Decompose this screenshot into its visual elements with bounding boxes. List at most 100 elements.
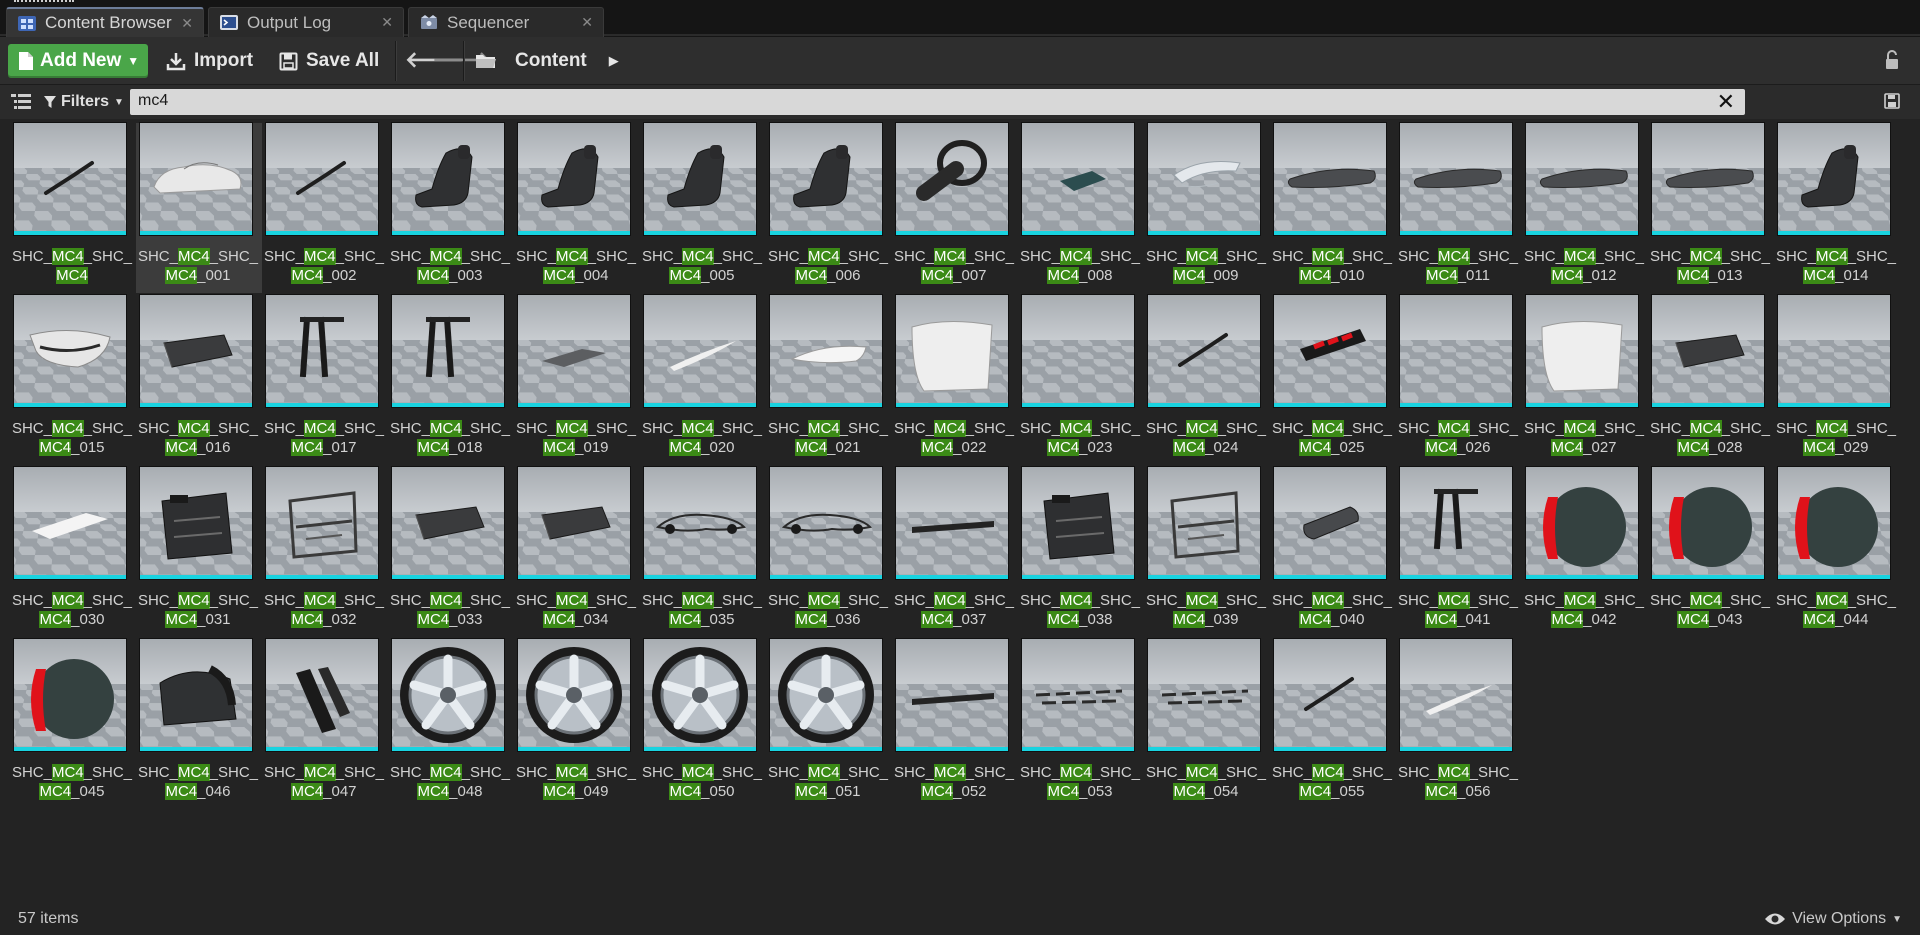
asset-tile[interactable]: SHC_MC4_SHC_ MC4_009 — [1144, 123, 1270, 293]
asset-tile[interactable]: SHC_MC4_SHC_ MC4_012 — [1522, 123, 1648, 293]
search-match: MC4 — [1437, 764, 1470, 781]
wheel-steer-icon — [916, 140, 987, 201]
asset-type-bar — [1274, 747, 1386, 751]
save-search-icon[interactable] — [1884, 93, 1900, 109]
seat-icon — [541, 145, 599, 208]
search-match: MC4 — [1437, 420, 1470, 437]
asset-tile[interactable]: SHC_MC4_SHC_ MC4_003 — [388, 123, 514, 293]
asset-tile[interactable]: SHC_MC4_SHC_ MC4_006 — [766, 123, 892, 293]
asset-grid: SHC_MC4_SHC_ MC4 SHC_MC4_SHC_ MC4_001 SHC_MC… — [0, 123, 1920, 903]
asset-tile[interactable]: SHC_MC4_SHC_ MC4_026 — [1396, 295, 1522, 465]
asset-tile[interactable]: SHC_MC4_SHC_ MC4_008 — [1018, 123, 1144, 293]
asset-tile[interactable]: SHC_MC4_SHC_ MC4_019 — [514, 295, 640, 465]
asset-tile[interactable]: SHC_MC4_SHC_ MC4_041 — [1396, 467, 1522, 637]
asset-tile[interactable]: SHC_MC4_SHC_ MC4_040 — [1270, 467, 1396, 637]
asset-tile[interactable]: SHC_MC4_SHC_ MC4_001 — [136, 123, 262, 293]
asset-tile[interactable]: SHC_MC4_SHC_ MC4_038 — [1018, 467, 1144, 637]
breadcrumb[interactable]: Content ▶ — [475, 44, 619, 78]
asset-tile[interactable]: SHC_MC4_SHC_ MC4_032 — [262, 467, 388, 637]
block-icon — [541, 506, 611, 540]
asset-tile[interactable]: SHC_MC4_SHC_ MC4_054 — [1144, 639, 1270, 809]
asset-tile[interactable]: SHC_MC4_SHC_ MC4_022 — [892, 295, 1018, 465]
blade-icon — [670, 341, 736, 371]
asset-tile[interactable]: SHC_MC4_SHC_ MC4_004 — [514, 123, 640, 293]
asset-tile[interactable]: SHC_MC4_SHC_ MC4_049 — [514, 639, 640, 809]
strips-icon — [296, 667, 350, 733]
chevron-right-icon[interactable]: ▶ — [609, 53, 619, 69]
asset-tile[interactable]: SHC_MC4_SHC_ MC4_045 — [10, 639, 136, 809]
asset-tile[interactable]: SHC_MC4_SHC_ MC4_020 — [640, 295, 766, 465]
tab-output-log[interactable]: Output Log ✕ — [208, 7, 404, 37]
asset-tile[interactable]: SHC_MC4_SHC_ MC4_016 — [136, 295, 262, 465]
asset-tile[interactable]: SHC_MC4_SHC_ MC4_047 — [262, 639, 388, 809]
search-match: MC4 — [1059, 592, 1092, 609]
add-new-button[interactable]: Add New ▼ — [8, 44, 148, 78]
asset-tile[interactable]: SHC_MC4_SHC_ MC4_027 — [1522, 295, 1648, 465]
view-options-button[interactable]: View Options ▼ — [1764, 910, 1902, 928]
import-button[interactable]: Import — [166, 44, 253, 78]
asset-tile[interactable]: SHC_MC4_SHC_ MC4_051 — [766, 639, 892, 809]
asset-type-bar — [392, 747, 504, 751]
asset-tile[interactable]: SHC_MC4_SHC_ MC4_031 — [136, 467, 262, 637]
asset-thumbnail — [518, 639, 630, 751]
asset-tile[interactable]: SHC_MC4_SHC_ MC4_046 — [136, 639, 262, 809]
asset-tile[interactable]: SHC_MC4_SHC_ MC4_048 — [388, 639, 514, 809]
asset-tile[interactable]: SHC_MC4_SHC_ MC4_036 — [766, 467, 892, 637]
asset-tile[interactable]: SHC_MC4_SHC_ MC4_056 — [1396, 639, 1522, 809]
search-match: MC4 — [303, 420, 336, 437]
close-icon[interactable]: ✕ — [581, 14, 593, 31]
asset-name: SHC_MC4_SHC_ MC4_022 — [893, 420, 1015, 456]
search-input[interactable]: mc4 ✕ — [130, 89, 1745, 115]
asset-tile[interactable]: SHC_MC4_SHC_ MC4_005 — [640, 123, 766, 293]
asset-thumbnail — [266, 639, 378, 751]
glass-icon — [1173, 161, 1241, 188]
asset-type-bar — [518, 403, 630, 407]
asset-tile[interactable]: SHC_MC4_SHC_ MC4_018 — [388, 295, 514, 465]
asset-tile[interactable]: SHC_MC4_SHC_ MC4_014 — [1774, 123, 1900, 293]
sources-panel-toggle-icon[interactable] — [10, 93, 32, 111]
filters-button[interactable]: Filters ▼ — [44, 89, 124, 115]
asset-tile[interactable]: SHC_MC4_SHC_ MC4_033 — [388, 467, 514, 637]
asset-tile[interactable]: SHC_MC4_SHC_ MC4_023 — [1018, 295, 1144, 465]
asset-tile[interactable]: SHC_MC4_SHC_ MC4_034 — [514, 467, 640, 637]
tab-sequencer[interactable]: Sequencer ✕ — [408, 7, 604, 37]
clear-search-icon[interactable]: ✕ — [1717, 89, 1735, 115]
search-match: MC4 — [51, 592, 84, 609]
asset-tile[interactable]: SHC_MC4_SHC_ MC4_011 — [1396, 123, 1522, 293]
rod-icon — [1304, 677, 1354, 711]
asset-tile[interactable]: SHC_MC4_SHC_ MC4_043 — [1648, 467, 1774, 637]
asset-tile[interactable]: SHC_MC4_SHC_ MC4_050 — [640, 639, 766, 809]
asset-tile[interactable]: SHC_MC4_SHC_ MC4_017 — [262, 295, 388, 465]
rim-icon — [778, 647, 874, 743]
asset-tile[interactable]: SHC_MC4_SHC_ MC4_024 — [1144, 295, 1270, 465]
asset-name: SHC_MC4_SHC_ MC4_015 — [11, 420, 133, 456]
asset-tile[interactable]: SHC_MC4_SHC_ MC4_037 — [892, 467, 1018, 637]
asset-tile[interactable]: SHC_MC4_SHC_ MC4_021 — [766, 295, 892, 465]
asset-tile[interactable]: SHC_MC4_SHC_ MC4_013 — [1648, 123, 1774, 293]
asset-tile[interactable]: SHC_MC4_SHC_ MC4_028 — [1648, 295, 1774, 465]
asset-tile[interactable]: SHC_MC4_SHC_ MC4 — [10, 123, 136, 293]
close-icon[interactable]: ✕ — [381, 14, 393, 31]
asset-tile[interactable]: SHC_MC4_SHC_ MC4_053 — [1018, 639, 1144, 809]
asset-tile[interactable]: SHC_MC4_SHC_ MC4_007 — [892, 123, 1018, 293]
tab-content-browser[interactable]: Content Browser ✕ — [6, 7, 204, 37]
asset-tile[interactable]: SHC_MC4_SHC_ MC4_039 — [1144, 467, 1270, 637]
asset-tile[interactable]: SHC_MC4_SHC_ MC4_030 — [10, 467, 136, 637]
unlock-icon[interactable] — [1884, 50, 1900, 70]
asset-tile[interactable]: SHC_MC4_SHC_ MC4_015 — [10, 295, 136, 465]
asset-thumbnail — [896, 295, 1008, 407]
asset-name: SHC_MC4_SHC_ MC4_006 — [767, 248, 889, 284]
asset-tile[interactable]: SHC_MC4_SHC_ MC4_052 — [892, 639, 1018, 809]
asset-name: SHC_MC4_SHC_ MC4_005 — [641, 248, 763, 284]
asset-tile[interactable]: SHC_MC4_SHC_ MC4_044 — [1774, 467, 1900, 637]
asset-tile[interactable]: SHC_MC4_SHC_ MC4_042 — [1522, 467, 1648, 637]
asset-tile[interactable]: SHC_MC4_SHC_ MC4_029 — [1774, 295, 1900, 465]
search-match: MC4 — [921, 783, 954, 800]
asset-tile[interactable]: SHC_MC4_SHC_ MC4_035 — [640, 467, 766, 637]
asset-tile[interactable]: SHC_MC4_SHC_ MC4_002 — [262, 123, 388, 293]
close-icon[interactable]: ✕ — [181, 15, 193, 32]
asset-tile[interactable]: SHC_MC4_SHC_ MC4_055 — [1270, 639, 1396, 809]
asset-tile[interactable]: SHC_MC4_SHC_ MC4_025 — [1270, 295, 1396, 465]
asset-tile[interactable]: SHC_MC4_SHC_ MC4_010 — [1270, 123, 1396, 293]
save-all-button[interactable]: Save All — [279, 44, 379, 78]
